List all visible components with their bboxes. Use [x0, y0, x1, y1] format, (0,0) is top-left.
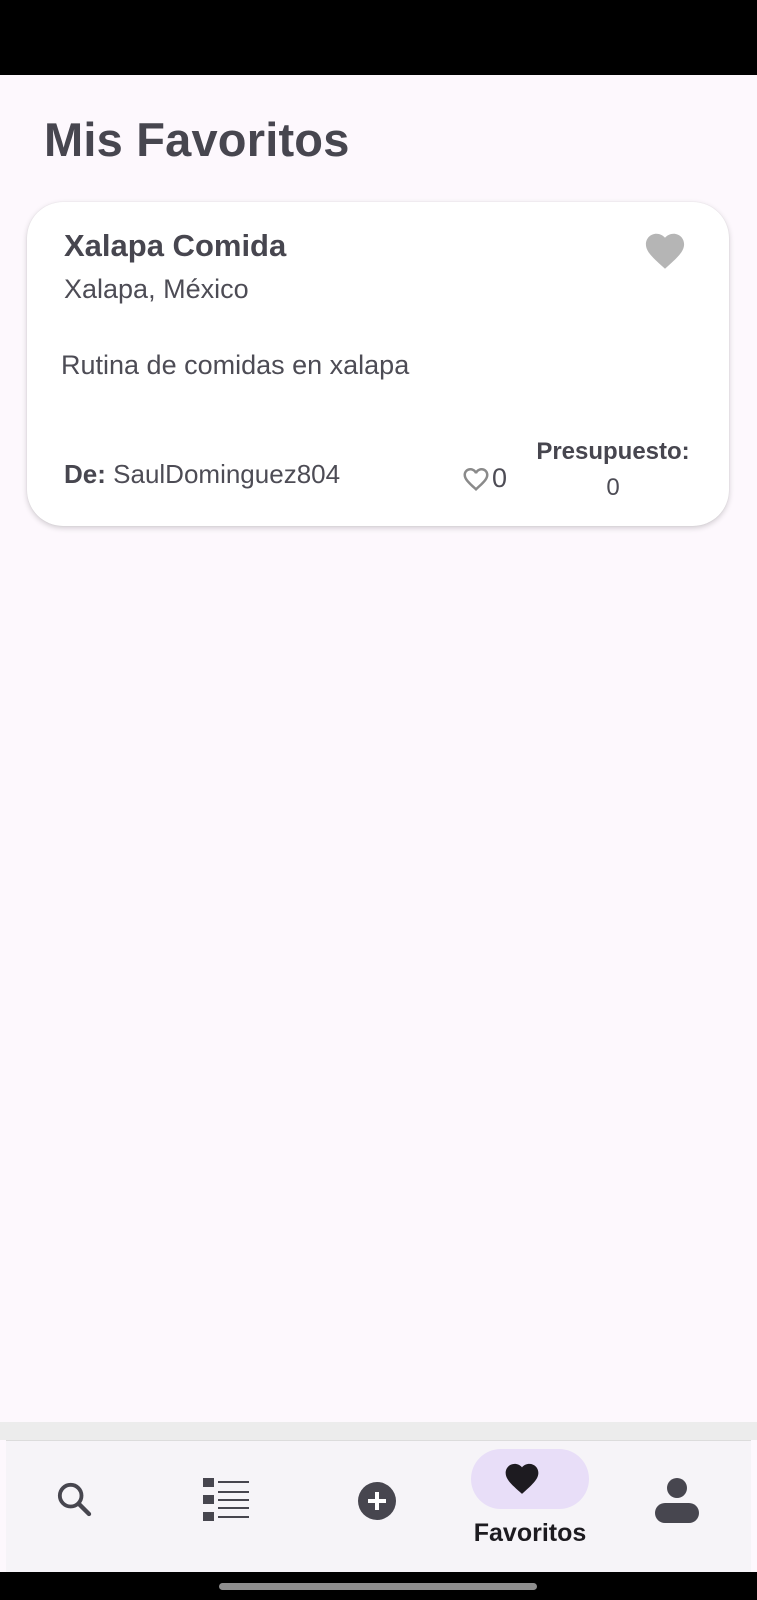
budget-label: Presupuesto: [536, 438, 690, 465]
nav-list[interactable] [156, 1441, 296, 1573]
status-bar [0, 0, 757, 75]
nav-profile[interactable] [616, 1441, 751, 1573]
nav-favorites-label: Favoritos [473, 1519, 587, 1547]
person-icon [655, 1478, 699, 1523]
add-circle-icon [358, 1482, 396, 1520]
favorite-card[interactable]: Xalapa Comida Xalapa, México Rutina de c… [27, 202, 729, 526]
page-title: Mis Favoritos [44, 113, 350, 166]
card-location: Xalapa, México [64, 274, 249, 304]
card-description: Rutina de comidas en xalapa [61, 350, 410, 380]
nav-favorites[interactable] [446, 1441, 614, 1573]
list-icon [203, 1478, 249, 1521]
system-navigation-bar [0, 1572, 757, 1600]
bottom-navigation: Favoritos [6, 1440, 751, 1573]
home-indicator[interactable] [219, 1583, 537, 1590]
likes-count: 0 [492, 462, 508, 493]
heart-icon [505, 1463, 539, 1494]
heart-outline-icon [463, 468, 489, 491]
nav-add[interactable] [306, 1441, 446, 1573]
author-name: SaulDominguez804 [113, 459, 341, 489]
card-title: Xalapa Comida [64, 228, 287, 263]
nav-divider [0, 1422, 757, 1440]
heart-filled-icon[interactable] [642, 228, 688, 270]
budget-value: 0 [606, 474, 620, 501]
search-icon [57, 1482, 92, 1517]
author-prefix: De: [64, 459, 106, 489]
nav-search[interactable] [6, 1441, 146, 1573]
likes-counter[interactable]: 0 [461, 462, 507, 494]
card-author: De: SaulDominguez804 [64, 459, 340, 490]
